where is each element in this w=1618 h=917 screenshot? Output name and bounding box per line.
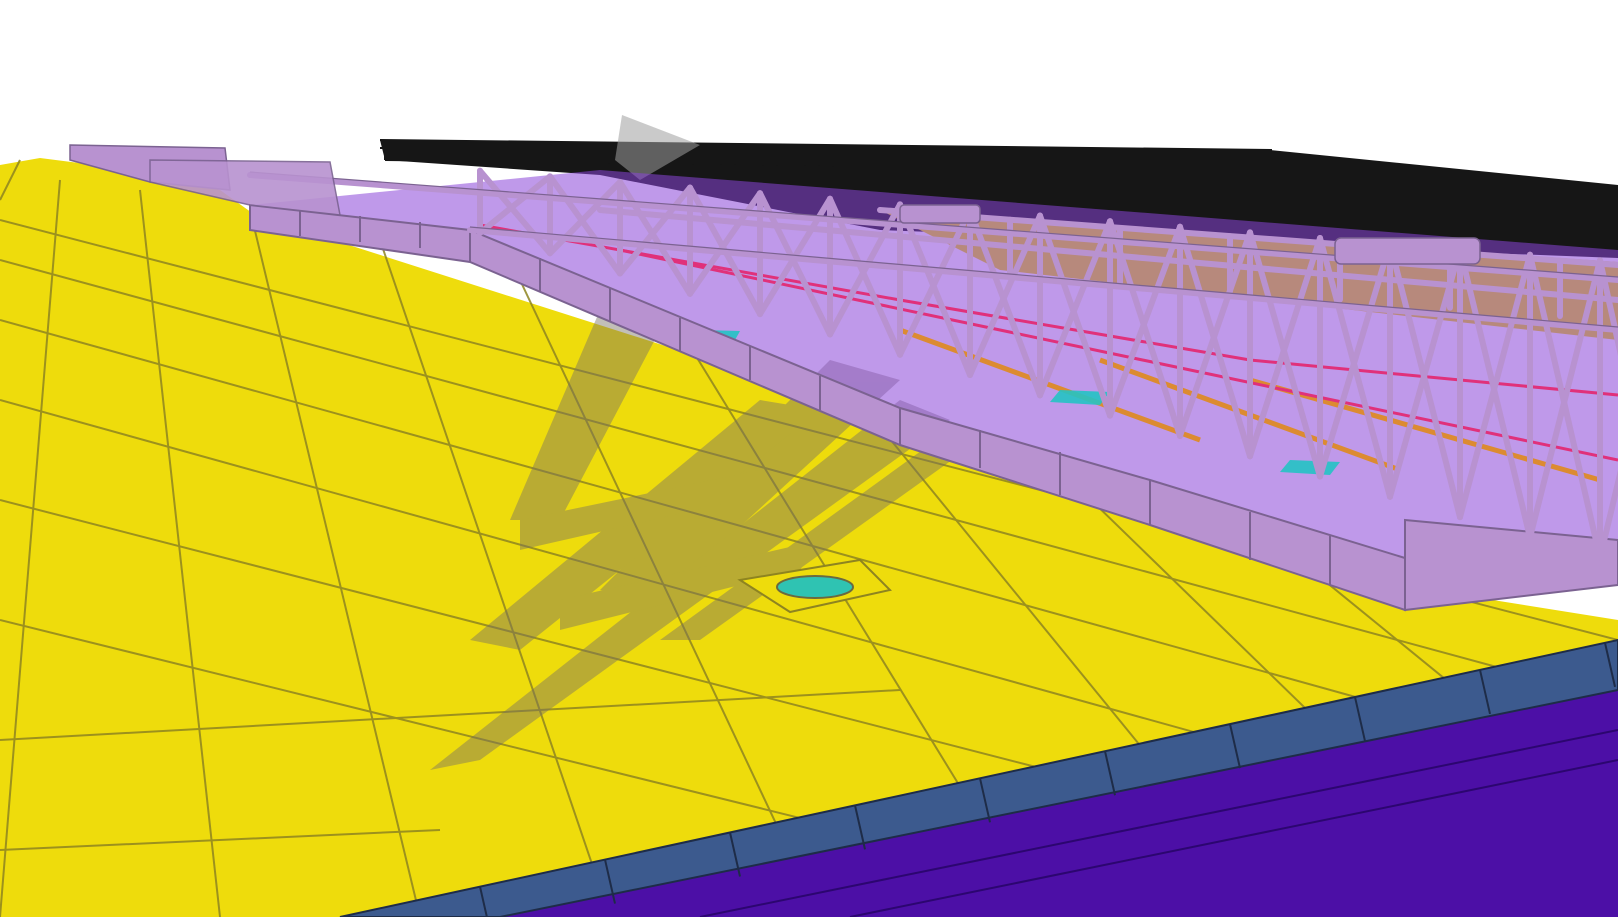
model-scene[interactable] xyxy=(0,0,1618,917)
3d-viewport[interactable] xyxy=(0,0,1618,917)
